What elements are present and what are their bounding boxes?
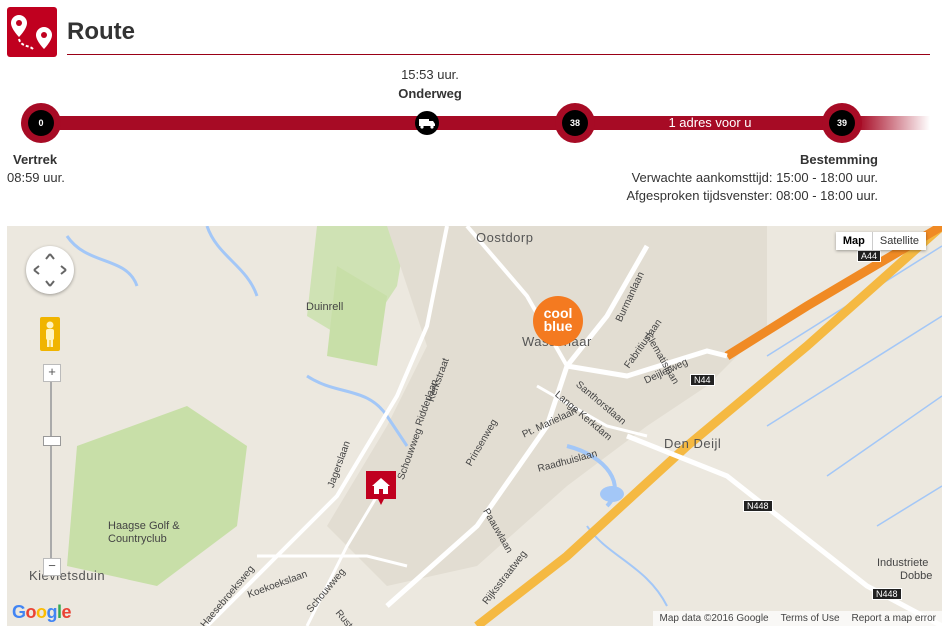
- map-type-map-button[interactable]: Map: [836, 232, 873, 250]
- stop-number: 38: [562, 110, 588, 136]
- stop-marker-start: 0: [21, 103, 61, 143]
- place-label: Oostdorp: [476, 230, 534, 245]
- place-label: Industriete: [877, 557, 929, 569]
- report-map-error-link[interactable]: Report a map error: [852, 613, 936, 624]
- departure-time: 08:59 uur.: [7, 170, 65, 185]
- place-label: Countryclub: [108, 533, 167, 545]
- zoom-slider-handle[interactable]: [43, 436, 61, 446]
- place-label: Haagse Golf &: [108, 520, 180, 532]
- stop-number: 0: [28, 110, 54, 136]
- terms-of-use-link[interactable]: Terms of Use: [781, 613, 840, 624]
- pan-control[interactable]: [26, 246, 74, 294]
- map-data-attribution: Map data ©2016 Google: [659, 613, 769, 624]
- current-status: Onderweg: [398, 86, 462, 101]
- map-canvas: [65, 226, 942, 626]
- place-label: Kievietsduin: [29, 568, 106, 583]
- stop-marker-current: 38: [555, 103, 595, 143]
- zoom-out-button[interactable]: −: [43, 558, 61, 576]
- expected-arrival: Verwachte aankomsttijd: 15:00 - 18:00 uu…: [631, 170, 878, 185]
- map-type-control: Map Satellite: [835, 232, 926, 250]
- stop-marker-destination: 39: [822, 103, 862, 143]
- road-shield: N448: [743, 500, 773, 512]
- destination-label: Bestemming: [799, 152, 878, 167]
- place-label: Den Deijl: [664, 436, 722, 451]
- route-pins-icon: [7, 7, 57, 57]
- place-label: Duinrell: [306, 301, 344, 313]
- store-location-marker[interactable]: cool blue: [533, 296, 583, 346]
- home-marker-icon[interactable]: [366, 471, 396, 505]
- place-label: Dobbe: [900, 570, 933, 582]
- route-progress-track: [40, 116, 930, 130]
- map-type-satellite-button[interactable]: Satellite: [873, 232, 926, 250]
- street-view-pegman-icon[interactable]: [40, 317, 60, 351]
- zoom-in-button[interactable]: +: [43, 364, 61, 382]
- stop-number: 39: [829, 110, 855, 136]
- zoom-slider-track[interactable]: [50, 368, 52, 568]
- route-map[interactable]: Oostdorp Wassenaar Duinrell Den Deijl Ha…: [7, 226, 942, 626]
- header-divider: [67, 54, 930, 55]
- road-shield: N44: [690, 374, 715, 386]
- map-attribution-bar: Map data ©2016 Google Terms of Use Repor…: [653, 611, 942, 626]
- agreed-time-window: Afgesproken tijdsvenster: 08:00 - 18:00 …: [626, 188, 879, 203]
- current-time: 15:53 uur.: [401, 67, 459, 82]
- road-shield: A44: [857, 250, 882, 262]
- pan-arrows-icon: [33, 253, 67, 287]
- addresses-before-label: 1 adres voor u: [668, 115, 752, 130]
- page-title: Route: [67, 18, 135, 45]
- road-shield: N448: [872, 588, 902, 600]
- google-logo[interactable]: Google: [12, 602, 72, 623]
- truck-icon: [415, 111, 439, 135]
- departure-label: Vertrek: [13, 152, 58, 167]
